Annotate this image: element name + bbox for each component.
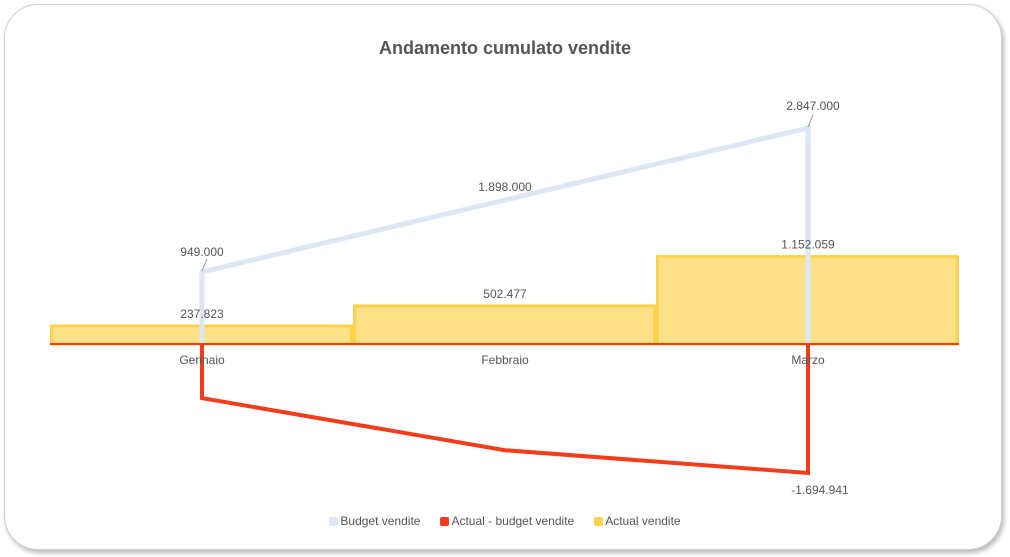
legend-label-diff: Actual - budget vendite bbox=[451, 514, 575, 528]
legend-item-actual[interactable]: Actual vendite bbox=[594, 514, 681, 528]
actual-bar-febbraio bbox=[353, 304, 656, 346]
x-tick-label-febbraio: Febbraio bbox=[481, 353, 529, 367]
legend-swatch-actual bbox=[594, 516, 604, 526]
legend-item-diff[interactable]: Actual - budget vendite bbox=[440, 514, 574, 528]
x-tick-label-marzo: Marzo bbox=[791, 353, 825, 367]
legend-label-actual: Actual vendite bbox=[605, 514, 681, 528]
budget-data-label-1: 1.898.000 bbox=[478, 180, 532, 194]
actual-data-label-0: 237.823 bbox=[180, 307, 224, 321]
chart-plot: Gennaio Febbraio Marzo 949.000 1.898.000 2.84… bbox=[50, 99, 959, 497]
budget-data-label-2: 2.847.000 bbox=[786, 99, 840, 113]
legend-swatch-budget bbox=[329, 516, 339, 526]
legend-label-budget: Budget vendite bbox=[340, 514, 421, 528]
budget-data-label-0: 949.000 bbox=[180, 245, 224, 259]
legend-item-budget[interactable]: Budget vendite bbox=[329, 514, 420, 528]
legend-swatch-diff bbox=[440, 516, 450, 526]
diff-data-label-last: -1.694.941 bbox=[791, 483, 849, 497]
actual-data-label-1: 502.477 bbox=[483, 287, 527, 301]
actual-data-label-2: 1.152.059 bbox=[781, 238, 835, 252]
x-tick-label-gennaio: Gennaio bbox=[179, 353, 225, 367]
chart-legend: Budget vendite Actual - budget vendite A… bbox=[0, 514, 1010, 528]
